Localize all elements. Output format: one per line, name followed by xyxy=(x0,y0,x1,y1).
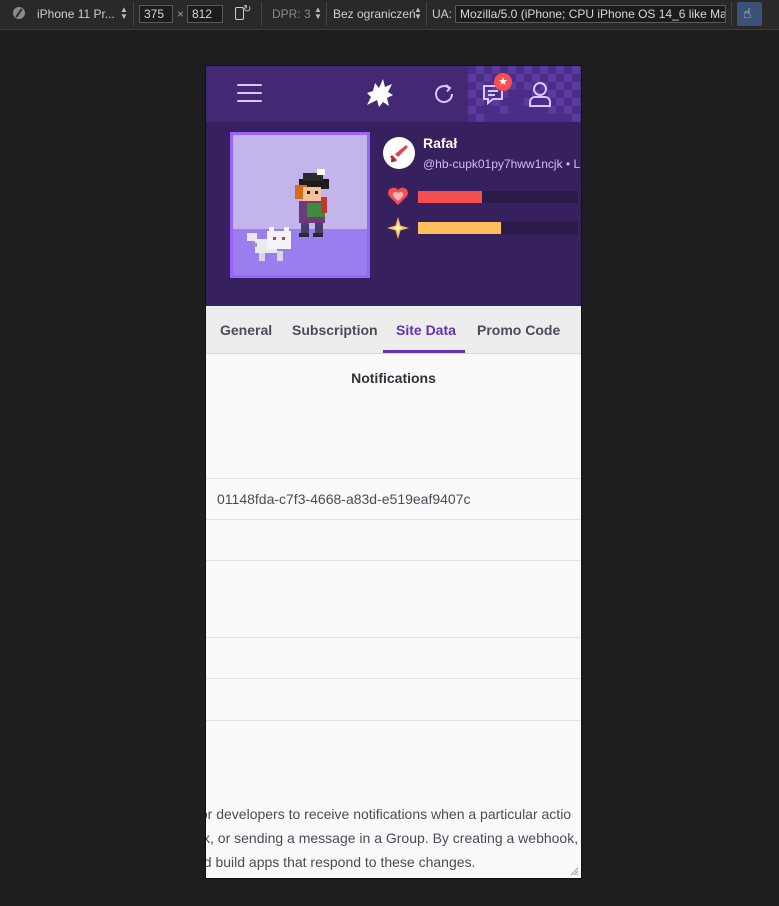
tab-site-data[interactable]: Site Data xyxy=(396,322,456,338)
avatar-sprite xyxy=(247,169,329,261)
experience-bar-fill xyxy=(418,222,502,234)
tab-subscription[interactable]: Subscription xyxy=(292,322,378,338)
dimension-separator: × xyxy=(177,7,185,21)
app-top-bar: ★ xyxy=(206,66,581,122)
experience-bar xyxy=(418,222,578,234)
divider xyxy=(206,720,581,721)
notification-badge: ★ xyxy=(494,73,512,91)
tab-promo-code[interactable]: Promo Code xyxy=(477,322,560,338)
divider xyxy=(206,637,581,638)
toolbar-divider xyxy=(261,2,262,26)
viewport-width-input[interactable]: 375 xyxy=(139,5,173,23)
profile-name: Rafał xyxy=(423,135,458,151)
sword-icon xyxy=(390,145,408,162)
device-select[interactable]: iPhone 11 Pr... xyxy=(37,7,115,21)
toolbar-divider xyxy=(426,2,427,26)
profile-header: Rafał @hb-cupk01py7hww1ncjk • L xyxy=(206,122,581,306)
user-id-value: 01148fda-c7f3-4668-a83d-e519eaf9407c xyxy=(217,491,471,507)
dpr-select[interactable]: DPR: 3 xyxy=(272,7,311,21)
tab-general[interactable]: General xyxy=(220,322,272,338)
ua-label: UA: xyxy=(432,7,453,21)
settings-tabs: General Subscription Site Data Promo Cod… xyxy=(206,306,581,354)
toolbar-divider xyxy=(133,2,134,26)
webhooks-description-line: for developers to receive notifications … xyxy=(206,806,572,822)
device-compass-icon xyxy=(13,7,25,19)
rotate-device-icon[interactable] xyxy=(235,4,251,20)
webhooks-description-line: nd build apps that respond to these chan… xyxy=(206,854,476,870)
hand-pointer-icon: ☝ xyxy=(743,5,752,21)
divider xyxy=(206,519,581,520)
toolbar-divider xyxy=(326,2,327,26)
device-select-arrows-icon: ▲ ▼ xyxy=(120,5,128,21)
dpr-select-arrows-icon: ▲ ▼ xyxy=(314,5,322,21)
user-agent-input[interactable]: Mozilla/5.0 (iPhone; CPU iPhone OS 14_6 … xyxy=(455,5,726,23)
textarea-resize-grip-icon[interactable] xyxy=(569,866,579,876)
divider xyxy=(206,678,581,679)
divider xyxy=(206,478,581,479)
devtools-toolbar: iPhone 11 Pr... ▲▼ 375 × 812 DPR: 3 ▲▼ B… xyxy=(0,0,779,30)
device-viewport: ★ Rafał @hb-cupk01py7hww1ncjk • L Genera… xyxy=(206,66,581,878)
profile-handle: @hb-cupk01py7hww1ncjk • L xyxy=(423,157,581,171)
throttling-select-arrows-icon: ▲ ▼ xyxy=(414,5,422,21)
experience-star-icon xyxy=(387,217,409,239)
health-heart-icon xyxy=(388,187,408,205)
active-tab-indicator xyxy=(383,350,465,353)
toolbar-divider xyxy=(731,2,732,26)
viewport-height-input[interactable]: 812 xyxy=(187,5,223,23)
gryphon-logo-icon[interactable] xyxy=(361,75,397,111)
class-badge[interactable] xyxy=(383,137,415,169)
menu-hamburger-icon[interactable] xyxy=(237,84,262,103)
avatar[interactable] xyxy=(230,132,370,278)
notifications-heading: Notifications xyxy=(351,370,436,386)
touch-emulation-button[interactable]: ☝ xyxy=(737,2,762,26)
user-profile-icon[interactable] xyxy=(528,81,552,107)
throttling-select[interactable]: Bez ograniczeń xyxy=(333,7,416,21)
webhooks-description-line: sk, or sending a message in a Group. By … xyxy=(206,830,581,846)
divider xyxy=(206,560,581,561)
health-bar xyxy=(418,191,578,203)
sync-icon[interactable] xyxy=(432,82,456,106)
health-bar-fill xyxy=(418,191,482,203)
webhooks-description: for developers to receive notifications … xyxy=(206,802,581,874)
